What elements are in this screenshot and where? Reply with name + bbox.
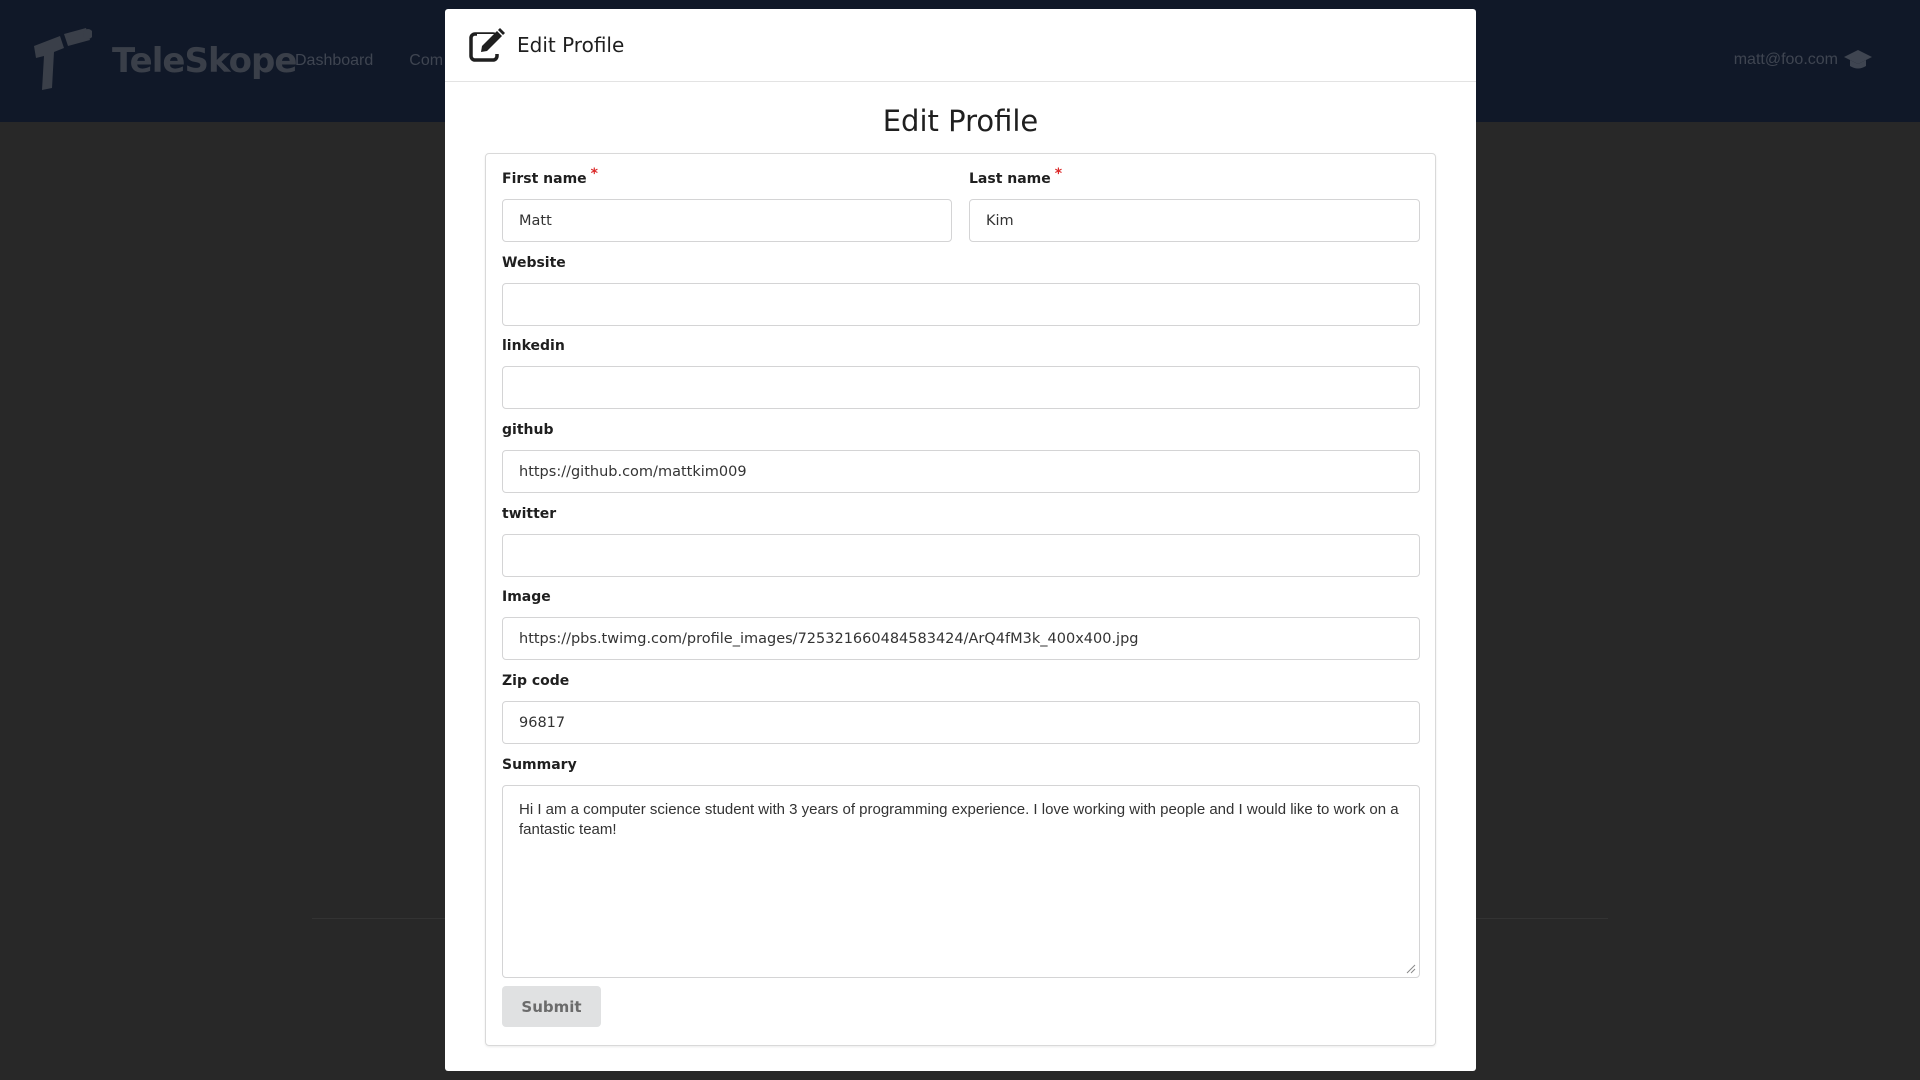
user-email: matt@foo.com <box>1733 51 1838 68</box>
edit-profile-modal: Edit Profile Edit Profile First name * L… <box>445 9 1476 1071</box>
linkedin-input[interactable] <box>502 366 1420 409</box>
submit-button[interactable]: Submit <box>502 986 601 1027</box>
modal-header: Edit Profile <box>445 9 1476 82</box>
last-name-input[interactable] <box>969 199 1420 242</box>
first-name-field: First name * <box>502 166 952 242</box>
summary-field: Summary Hi I am a computer science stude… <box>502 757 1420 978</box>
image-label: Image <box>502 589 551 605</box>
twitter-label: twitter <box>502 506 557 522</box>
zip-code-label: Zip code <box>502 673 570 689</box>
form-heading: Edit Profile <box>882 104 1039 138</box>
website-input[interactable] <box>502 283 1420 326</box>
image-field: Image <box>502 589 1420 660</box>
last-name-label: Last name <box>969 171 1051 187</box>
telescope-logo-icon <box>34 28 92 90</box>
required-marker: * <box>1054 166 1063 182</box>
nav-links: Dashboard Com <box>295 52 443 70</box>
image-url-input[interactable] <box>502 617 1420 660</box>
edit-icon <box>469 28 505 62</box>
website-label: Website <box>502 255 566 271</box>
modal-title: Edit Profile <box>517 33 625 57</box>
summary-label: Summary <box>502 757 577 773</box>
linkedin-label: linkedin <box>502 338 565 354</box>
graduation-cap-icon <box>1844 50 1872 69</box>
website-field: Website <box>502 255 1420 326</box>
zip-code-field: Zip code <box>502 673 1420 744</box>
last-name-field: Last name * <box>969 166 1420 242</box>
linkedin-field: linkedin <box>502 338 1420 409</box>
summary-textarea[interactable]: Hi I am a computer science student with … <box>502 785 1420 978</box>
brand-name: TeleSkope <box>112 41 297 81</box>
nav-link-companies[interactable]: Com <box>409 52 443 70</box>
zip-code-input[interactable] <box>502 701 1420 744</box>
twitter-input[interactable] <box>502 534 1420 577</box>
brand-logo[interactable]: TeleSkope <box>30 28 297 94</box>
first-name-label: First name <box>502 171 587 187</box>
twitter-field: twitter <box>502 506 1420 577</box>
resize-handle-icon[interactable] <box>1406 964 1416 974</box>
first-name-input[interactable] <box>502 199 952 242</box>
user-menu[interactable]: matt@foo.com <box>1734 50 1872 70</box>
nav-link-dashboard[interactable]: Dashboard <box>295 52 373 70</box>
github-label: github <box>502 422 554 438</box>
github-input[interactable] <box>502 450 1420 493</box>
edit-profile-form: First name * Last name * Website linkedi… <box>485 153 1436 1046</box>
github-field: github <box>502 422 1420 493</box>
required-marker: * <box>590 166 598 182</box>
